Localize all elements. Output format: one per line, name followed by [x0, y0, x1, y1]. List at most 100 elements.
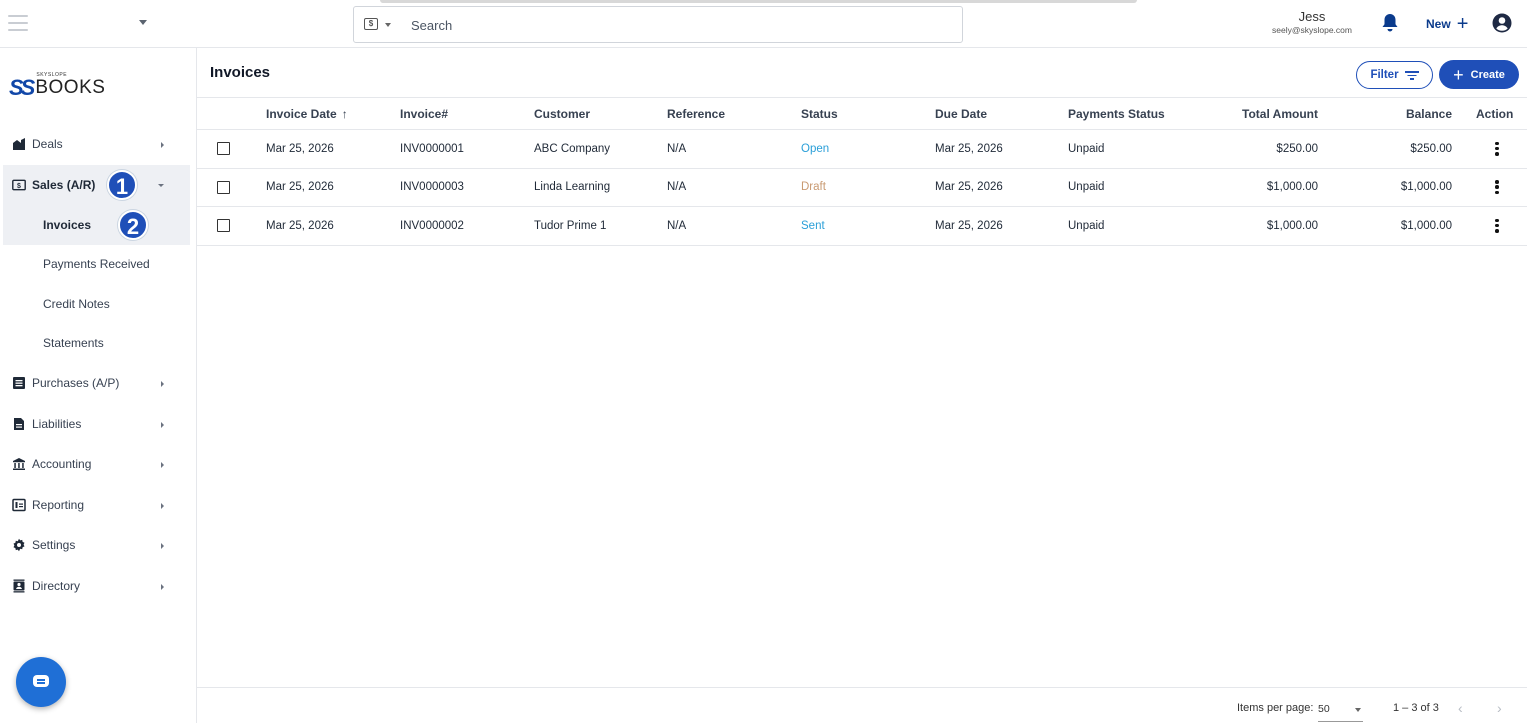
table-row[interactable]: Mar 25, 2026 INV0000001 ABC Company N/A … — [197, 130, 1527, 169]
gear-icon — [13, 539, 25, 552]
cell-customer: Tudor Prime 1 — [534, 219, 607, 232]
cell-invoice-number: INV0000002 — [400, 219, 464, 232]
more-vert-icon[interactable] — [1495, 180, 1499, 195]
cell-balance: $1,000.00 — [1400, 219, 1452, 232]
filter-icon — [1404, 70, 1419, 80]
cell-total-amount: $1,000.00 — [1266, 181, 1318, 194]
account-circle-icon[interactable] — [1492, 13, 1512, 33]
create-button[interactable]: + Create — [1439, 60, 1519, 89]
cell-due-date: Mar 25, 2026 — [935, 181, 1003, 194]
row-checkbox[interactable] — [217, 142, 230, 156]
more-vert-icon[interactable] — [1495, 218, 1499, 233]
user-info[interactable]: Jess seely@skyslope.com — [1262, 9, 1362, 36]
items-per-page-select[interactable]: 50 — [1318, 703, 1330, 715]
cell-customer: ABC Company — [534, 142, 611, 155]
search-box[interactable]: $ — [353, 6, 963, 43]
column-header-balance[interactable]: Balance — [1347, 98, 1452, 129]
filter-label: Filter — [1370, 69, 1399, 81]
step-badge-2: 2 — [118, 210, 148, 240]
chevron-down-icon[interactable] — [139, 20, 147, 25]
cell-reference: N/A — [667, 181, 687, 194]
sidebar-subitem-label: Invoices — [43, 217, 92, 232]
create-label: Create — [1470, 68, 1505, 81]
new-label: New — [1426, 17, 1451, 31]
chevron-down-icon — [158, 183, 164, 187]
cell-total-amount: $250.00 — [1276, 142, 1318, 155]
cell-balance: $1,000.00 — [1400, 181, 1452, 194]
cell-payments-status: Unpaid — [1068, 181, 1105, 194]
more-vert-icon[interactable] — [1495, 141, 1499, 156]
logo-small-text: SKYSLOPE — [36, 72, 68, 78]
next-page-icon[interactable]: › — [1497, 700, 1502, 716]
row-checkbox[interactable] — [217, 219, 230, 233]
column-header-customer[interactable]: Customer — [534, 98, 590, 129]
select-underline — [1318, 721, 1363, 722]
chevron-right-icon — [161, 381, 164, 387]
items-per-page-label: Items per page: — [1237, 702, 1314, 714]
user-name: Jess — [1298, 9, 1326, 24]
column-label: Invoice Date — [266, 106, 337, 121]
sidebar-subitem-invoices[interactable]: Invoices 2 — [3, 205, 190, 245]
sidebar-item-settings[interactable]: Settings — [3, 525, 190, 566]
sidebar-item-sales[interactable]: $ Sales (A/R) 1 — [3, 164, 190, 205]
bell-icon[interactable] — [1381, 13, 1399, 33]
cell-reference: N/A — [667, 219, 687, 232]
chevron-down-icon[interactable] — [1355, 708, 1361, 712]
chat-icon — [33, 675, 49, 687]
logo-mark: SS — [9, 75, 35, 100]
column-header-due-date[interactable]: Due Date — [935, 98, 987, 129]
column-header-invoice-date[interactable]: Invoice Date ↑ — [266, 98, 348, 129]
row-checkbox[interactable] — [217, 180, 230, 194]
column-header-total-amount[interactable]: Total Amount — [1197, 98, 1318, 129]
sidebar-item-reporting[interactable]: Reporting — [3, 485, 190, 526]
sidebar-item-deals[interactable]: Deals — [3, 124, 190, 165]
cell-invoice-date: Mar 25, 2026 — [266, 142, 334, 155]
table-row[interactable]: Mar 25, 2026 INV0000003 Linda Learning N… — [197, 169, 1527, 207]
column-header-reference[interactable]: Reference — [667, 98, 725, 129]
previous-page-icon[interactable]: ‹ — [1458, 700, 1463, 716]
cell-customer: Linda Learning — [534, 181, 611, 194]
column-header-payments-status[interactable]: Payments Status — [1068, 98, 1165, 129]
pagination-bar: Items per page: 50 1 – 3 of 3 ‹ › — [197, 687, 1527, 723]
sidebar-nav: Deals $ Sales (A/R) 1 Invoices 2 Payment… — [3, 124, 190, 606]
contact-book-icon — [13, 579, 25, 593]
dollar-icon[interactable]: $ — [364, 18, 378, 30]
skyslope-books-logo[interactable]: SS SKYSLOPE BOOKS — [9, 72, 105, 100]
table-header: Invoice Date ↑ Invoice# Customer Referen… — [197, 97, 1527, 130]
cell-status: Draft — [801, 181, 826, 194]
chevron-right-icon — [161, 543, 164, 549]
cell-due-date: Mar 25, 2026 — [935, 219, 1003, 232]
sidebar-item-label: Liabilities — [32, 416, 82, 431]
search-type-caret-icon[interactable] — [385, 23, 391, 27]
chat-button[interactable] — [16, 657, 66, 707]
sidebar-item-label: Settings — [32, 538, 76, 553]
search-input[interactable] — [411, 15, 911, 35]
sidebar-subitem-label: Payments Received — [43, 257, 150, 272]
top-shadow — [380, 0, 1137, 3]
sidebar-subitem-credit-notes[interactable]: Credit Notes — [3, 284, 190, 324]
invoices-table: Invoice Date ↑ Invoice# Customer Referen… — [197, 97, 1527, 246]
sidebar-subitem-statements[interactable]: Statements — [3, 324, 190, 364]
sidebar-item-accounting[interactable]: Accounting — [3, 444, 190, 485]
sidebar-item-purchases[interactable]: Purchases (A/P) — [3, 363, 190, 404]
cell-due-date: Mar 25, 2026 — [935, 142, 1003, 155]
sidebar-item-directory[interactable]: Directory — [3, 566, 190, 607]
filter-button[interactable]: Filter — [1356, 61, 1433, 89]
sidebar: SS SKYSLOPE BOOKS Deals $ Sales (A/R) 1 … — [0, 48, 197, 723]
sidebar-subitem-label: Credit Notes — [43, 296, 110, 311]
column-header-invoice-number[interactable]: Invoice# — [400, 98, 448, 129]
cell-payments-status: Unpaid — [1068, 142, 1105, 155]
chevron-right-icon — [161, 583, 164, 590]
sidebar-item-label: Directory — [32, 578, 81, 593]
table-row[interactable]: Mar 25, 2026 INV0000002 Tudor Prime 1 N/… — [197, 207, 1527, 246]
pagination-range: 1 – 3 of 3 — [1393, 702, 1439, 714]
sidebar-subitem-payments-received[interactable]: Payments Received — [3, 245, 190, 285]
menu-icon[interactable] — [8, 15, 28, 31]
liabilities-icon — [14, 417, 24, 430]
top-bar: $ Jess seely@skyslope.com New + — [0, 0, 1527, 48]
new-button[interactable]: New + — [1426, 14, 1468, 34]
sidebar-item-liabilities[interactable]: Liabilities — [3, 404, 190, 445]
column-header-status[interactable]: Status — [801, 98, 838, 129]
sort-ascending-icon: ↑ — [341, 106, 348, 121]
page-title: Invoices — [210, 64, 271, 81]
